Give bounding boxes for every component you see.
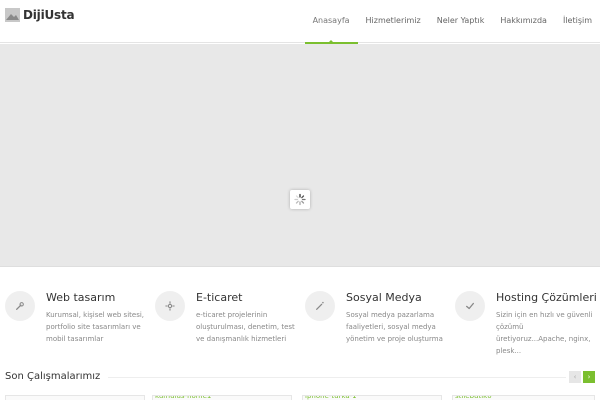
work-item[interactable]: iphone-turka-1	[302, 395, 442, 400]
feature-title: Web tasarım	[46, 291, 116, 304]
header: DijiUsta Anasayfa Hizmetlerimiz Neler Ya…	[0, 0, 600, 44]
main-nav: Anasayfa Hizmetlerimiz Neler Yaptık Hakk…	[304, 0, 600, 44]
nav-item-hizmetlerimiz[interactable]: Hizmetlerimiz	[358, 0, 429, 43]
logo-text: DijiUsta	[23, 8, 75, 22]
features-section: Web tasarım Kurumsal, kişisel web sitesi…	[0, 285, 600, 355]
work-item-label: iphone-turka-1	[305, 395, 357, 400]
work-item[interactable]: stilebutik0	[452, 395, 595, 400]
gear-icon	[155, 291, 185, 321]
nav-item-hakkimizda[interactable]: Hakkımızda	[492, 0, 555, 43]
magic-wand-icon	[305, 291, 335, 321]
feature-title: E-ticaret	[196, 291, 243, 304]
feature-text: Sosyal medya pazarlama faaliyetleri, sos…	[346, 311, 443, 343]
loading-spinner	[290, 190, 310, 209]
checkmark-icon	[455, 291, 485, 321]
work-item-label: kumulus-home1	[155, 395, 212, 400]
feature-web-tasarim[interactable]: Web tasarım Kurumsal, kişisel web sitesi…	[0, 285, 150, 345]
nav-item-iletisim[interactable]: İletişim	[555, 0, 600, 43]
feature-text: Kurumsal, kişisel web sitesi, portfolio …	[46, 311, 145, 343]
feature-hosting-cozumleri[interactable]: Hosting Çözümleri Sizin için en hızlı ve…	[450, 285, 600, 355]
nav-item-neler-yaptik[interactable]: Neler Yaptık	[429, 0, 493, 43]
logo[interactable]: DijiUsta	[5, 8, 75, 22]
work-item-label: stilebutik0	[455, 395, 492, 400]
work-item[interactable]	[5, 395, 145, 400]
hero-slider[interactable]	[0, 44, 600, 267]
spinner-icon	[294, 193, 306, 206]
feature-e-ticaret[interactable]: E-ticaret e-ticaret projelerinin oluştur…	[150, 285, 300, 345]
works-section-title: Son Çalışmalarımız	[5, 371, 101, 382]
feature-title: Hosting Çözümleri	[496, 291, 597, 304]
nav-item-anasayfa[interactable]: Anasayfa	[304, 0, 358, 44]
works-prev-button[interactable]: ‹	[569, 371, 581, 383]
works-next-button[interactable]: ›	[583, 371, 595, 383]
feature-sosyal-medya[interactable]: Sosyal Medya Sosyal medya pazarlama faal…	[300, 285, 450, 345]
wrench-icon	[5, 291, 35, 321]
feature-text: e-ticaret projelerinin oluşturulması, de…	[196, 311, 295, 343]
logo-mark-icon	[5, 8, 20, 22]
work-item[interactable]: kumulus-home1	[152, 395, 292, 400]
feature-title: Sosyal Medya	[346, 291, 422, 304]
works-divider	[108, 377, 566, 378]
feature-text: Sizin için en hızlı ve güvenli çözümü ür…	[496, 311, 593, 355]
